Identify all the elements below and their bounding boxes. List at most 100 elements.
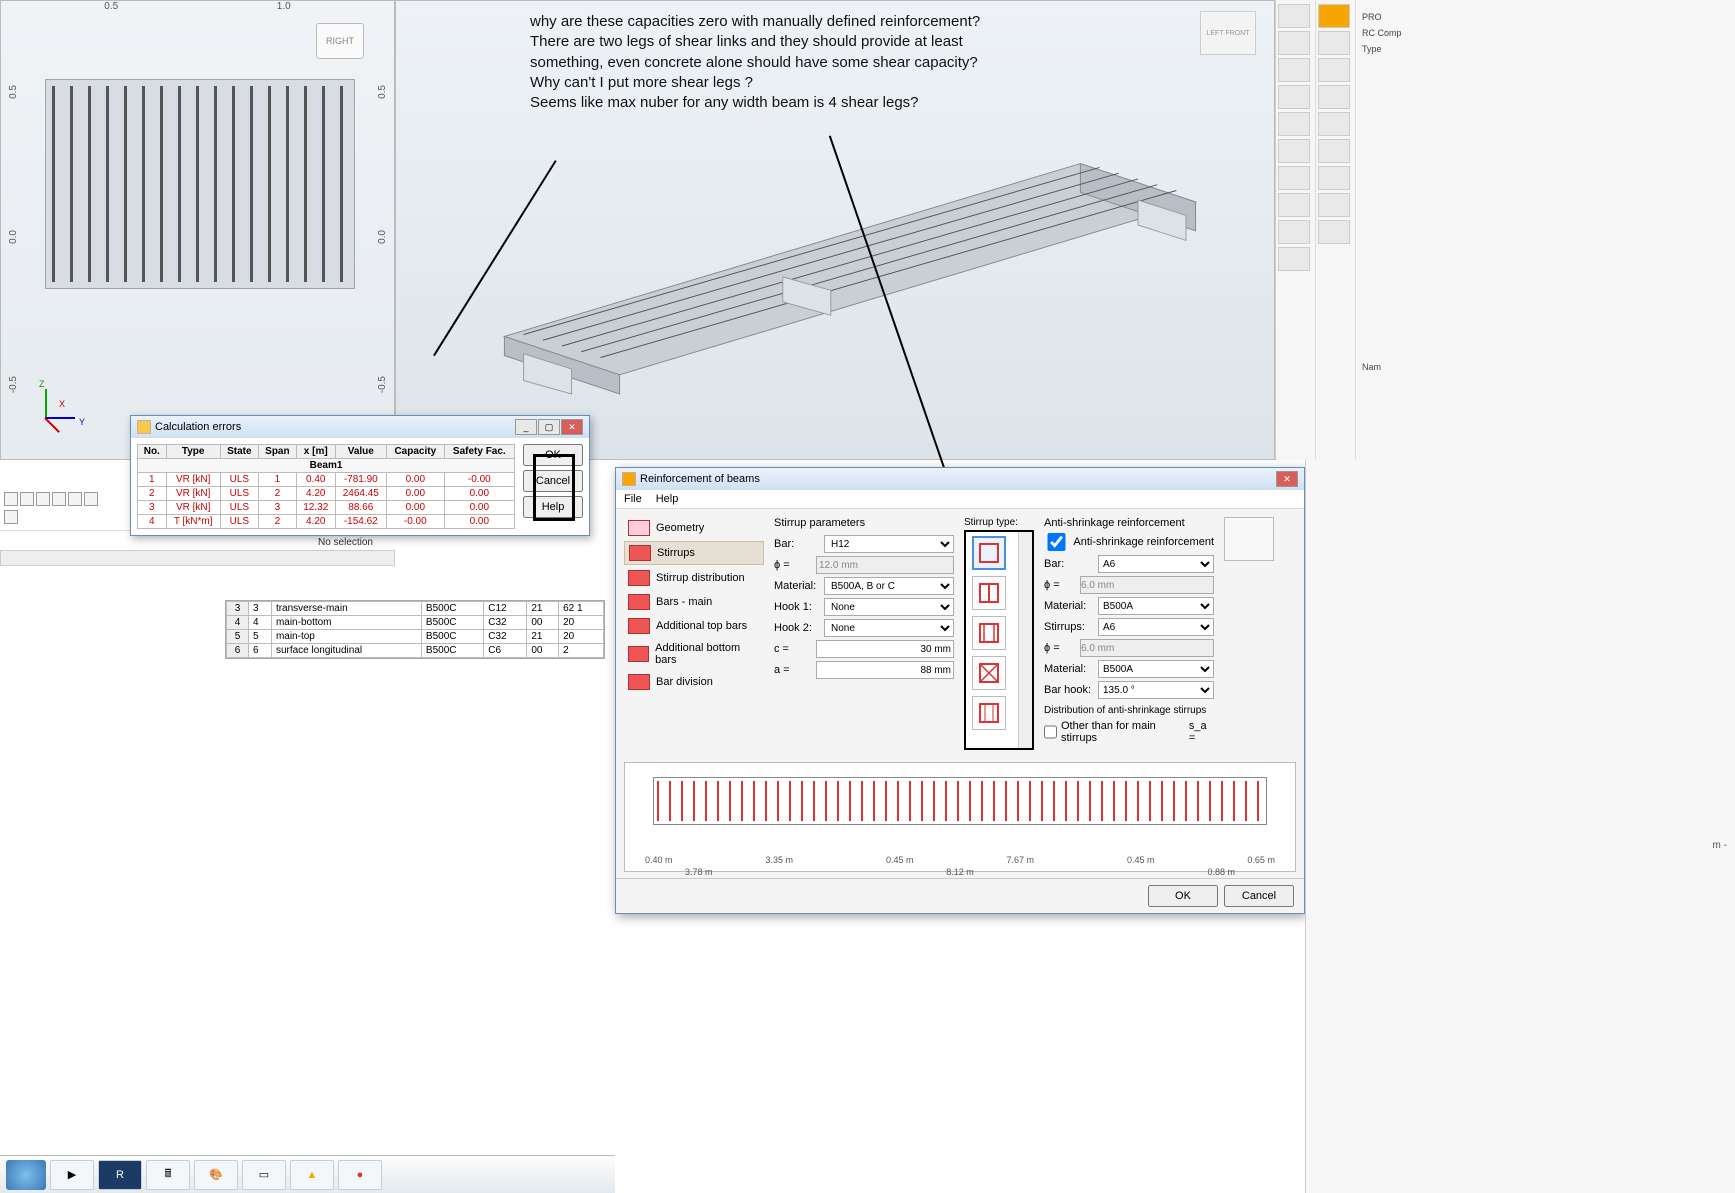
taskbar-app-icon[interactable]: ▭ — [242, 1160, 286, 1190]
tool-icon[interactable] — [1318, 31, 1350, 55]
tool-icon[interactable] — [1278, 58, 1310, 82]
nav-item-bars-main[interactable]: Bars - main — [624, 591, 764, 613]
anti-material2-select[interactable]: B500A — [1098, 660, 1214, 678]
ok-button[interactable]: OK — [523, 444, 583, 466]
taskbar-app-icon[interactable]: ▶ — [50, 1160, 94, 1190]
viewport-section[interactable]: 0.51.0 0.50.0-0.5 0.50.0-0.5 RIGHT Z Y X — [0, 0, 395, 460]
ok-button[interactable]: OK — [1148, 885, 1218, 907]
nav-item-stirrups[interactable]: Stirrups — [624, 541, 764, 565]
mini-tool-icon[interactable] — [52, 492, 66, 506]
bars-grid[interactable]: 33transverse-mainB500CC122162 1 44main-b… — [225, 600, 605, 659]
c-field[interactable] — [816, 640, 954, 658]
material-select[interactable]: B500A, B or C — [824, 577, 954, 595]
toolbar-col-1 — [1276, 0, 1316, 460]
taskbar-app-icon[interactable]: ● — [338, 1160, 382, 1190]
section-preview-icon — [1224, 517, 1274, 561]
taskbar-app-icon[interactable]: 🎨 — [194, 1160, 238, 1190]
bar-hook-select[interactable]: 135.0 ° — [1098, 681, 1214, 699]
table-row: 2VR [kN]ULS24.202464.450.000.00 — [138, 487, 515, 501]
tool-icon[interactable] — [1278, 220, 1310, 244]
menu-help[interactable]: Help — [656, 493, 679, 505]
stirrups-icon — [629, 545, 651, 561]
close-button[interactable]: ✕ — [1276, 471, 1298, 487]
other-checkbox[interactable] — [1044, 723, 1057, 741]
bar-division-icon — [628, 674, 650, 690]
nav-item-additional-top-bars[interactable]: Additional top bars — [624, 615, 764, 637]
anti-phi-field — [1080, 576, 1214, 594]
taskbar-app-icon[interactable]: R — [98, 1160, 142, 1190]
tool-icon[interactable] — [1318, 220, 1350, 244]
nav-list: Geometry Stirrups Stirrup distribution B… — [624, 517, 764, 750]
a-field[interactable] — [816, 661, 954, 679]
taskbar-app-icon[interactable]: 🖩 — [146, 1160, 190, 1190]
mini-tool-icon[interactable] — [4, 510, 18, 524]
bottom-tab-strip[interactable] — [0, 550, 395, 566]
hook2-select[interactable]: None — [824, 619, 954, 637]
anti-phi2-field — [1080, 639, 1214, 657]
stirrup-dist-icon — [628, 570, 650, 586]
help-button[interactable]: Help — [523, 496, 583, 518]
mini-tool-icon[interactable] — [84, 492, 98, 506]
tool-icon[interactable] — [1278, 193, 1310, 217]
tool-icon[interactable] — [1278, 31, 1310, 55]
nav-item-bar-division[interactable]: Bar division — [624, 671, 764, 693]
tool-icon[interactable] — [1278, 247, 1310, 271]
nav-item-geometry[interactable]: Geometry — [624, 517, 764, 539]
windows-taskbar[interactable]: ▶ R 🖩 🎨 ▭ ▲ ● — [0, 1155, 615, 1193]
dialog-titlebar[interactable]: Reinforcement of beams ✕ — [616, 468, 1304, 490]
tool-icon[interactable] — [1278, 139, 1310, 163]
mini-tool-icon[interactable] — [68, 492, 82, 506]
anti-shrinkage-checkbox[interactable] — [1044, 533, 1069, 551]
cancel-button[interactable]: Cancel — [1224, 885, 1294, 907]
top-bars-icon — [628, 618, 650, 634]
taskbar-app-icon[interactable]: ▲ — [290, 1160, 334, 1190]
type-label: Type — [1362, 44, 1729, 54]
table-row: 55main-topB500CC322120 — [227, 630, 604, 644]
tool-icon[interactable] — [1318, 166, 1350, 190]
mini-tool-icon[interactable] — [4, 492, 18, 506]
cancel-button[interactable]: Cancel — [523, 470, 583, 492]
scrollbar[interactable] — [1018, 532, 1032, 748]
unit-label: m - — [1713, 840, 1727, 851]
dialog-titlebar[interactable]: Calculation errors _ ▢ ✕ — [131, 416, 589, 438]
hook1-select[interactable]: None — [824, 598, 954, 616]
stirrup-type-list[interactable] — [964, 530, 1034, 750]
start-button[interactable] — [6, 1160, 46, 1190]
table-row: 4T [kN*m]ULS24.20-154.62-0.000.00 — [138, 515, 515, 529]
tool-icon[interactable] — [1278, 85, 1310, 109]
minimize-button[interactable]: _ — [515, 419, 537, 435]
errors-table[interactable]: No.TypeStateSpanx [m]ValueCapacitySafety… — [137, 444, 515, 529]
tool-icon[interactable] — [1318, 139, 1350, 163]
toolbar-col-2 — [1316, 0, 1356, 460]
dialog-title: Reinforcement of beams — [640, 473, 760, 485]
bottom-right-panel: m - — [1305, 460, 1735, 1193]
menu-bar[interactable]: File Help — [616, 490, 1304, 509]
dialog-reinforcement-of-beams[interactable]: Reinforcement of beams ✕ File Help Geome… — [615, 467, 1305, 914]
tool-icon[interactable] — [1278, 4, 1310, 28]
stirrup-type-option-4[interactable] — [972, 656, 1006, 690]
maximize-button[interactable]: ▢ — [538, 419, 560, 435]
mini-tool-icon[interactable] — [36, 492, 50, 506]
nav-item-stirrup-distribution[interactable]: Stirrup distribution — [624, 567, 764, 589]
tool-icon[interactable] — [1318, 58, 1350, 82]
menu-file[interactable]: File — [624, 493, 642, 505]
viewcube-icon[interactable]: LEFT FRONT — [1200, 11, 1256, 55]
close-button[interactable]: ✕ — [561, 419, 583, 435]
tool-icon[interactable] — [1278, 166, 1310, 190]
tool-icon[interactable] — [1318, 112, 1350, 136]
dialog-calculation-errors[interactable]: Calculation errors _ ▢ ✕ No.TypeStateSpa… — [130, 415, 590, 536]
stirrup-type-option-5[interactable] — [972, 696, 1006, 730]
nav-item-additional-bottom-bars[interactable]: Additional bottom bars — [624, 639, 764, 669]
mini-tool-icon[interactable] — [20, 492, 34, 506]
tool-icon[interactable] — [1318, 193, 1350, 217]
viewcube-right-button[interactable]: RIGHT — [316, 23, 364, 59]
bar-select[interactable]: H12 — [824, 535, 954, 553]
stirrup-type-option-3[interactable] — [972, 616, 1006, 650]
tool-icon[interactable] — [1318, 85, 1350, 109]
anti-material-select[interactable]: B500A — [1098, 597, 1214, 615]
tool-icon[interactable] — [1278, 112, 1310, 136]
stirrup-type-option-2[interactable] — [972, 576, 1006, 610]
anti-stirrups-select[interactable]: A6 — [1098, 618, 1214, 636]
anti-bar-select[interactable]: A6 — [1098, 555, 1214, 573]
stirrup-type-option-1[interactable] — [972, 536, 1006, 570]
